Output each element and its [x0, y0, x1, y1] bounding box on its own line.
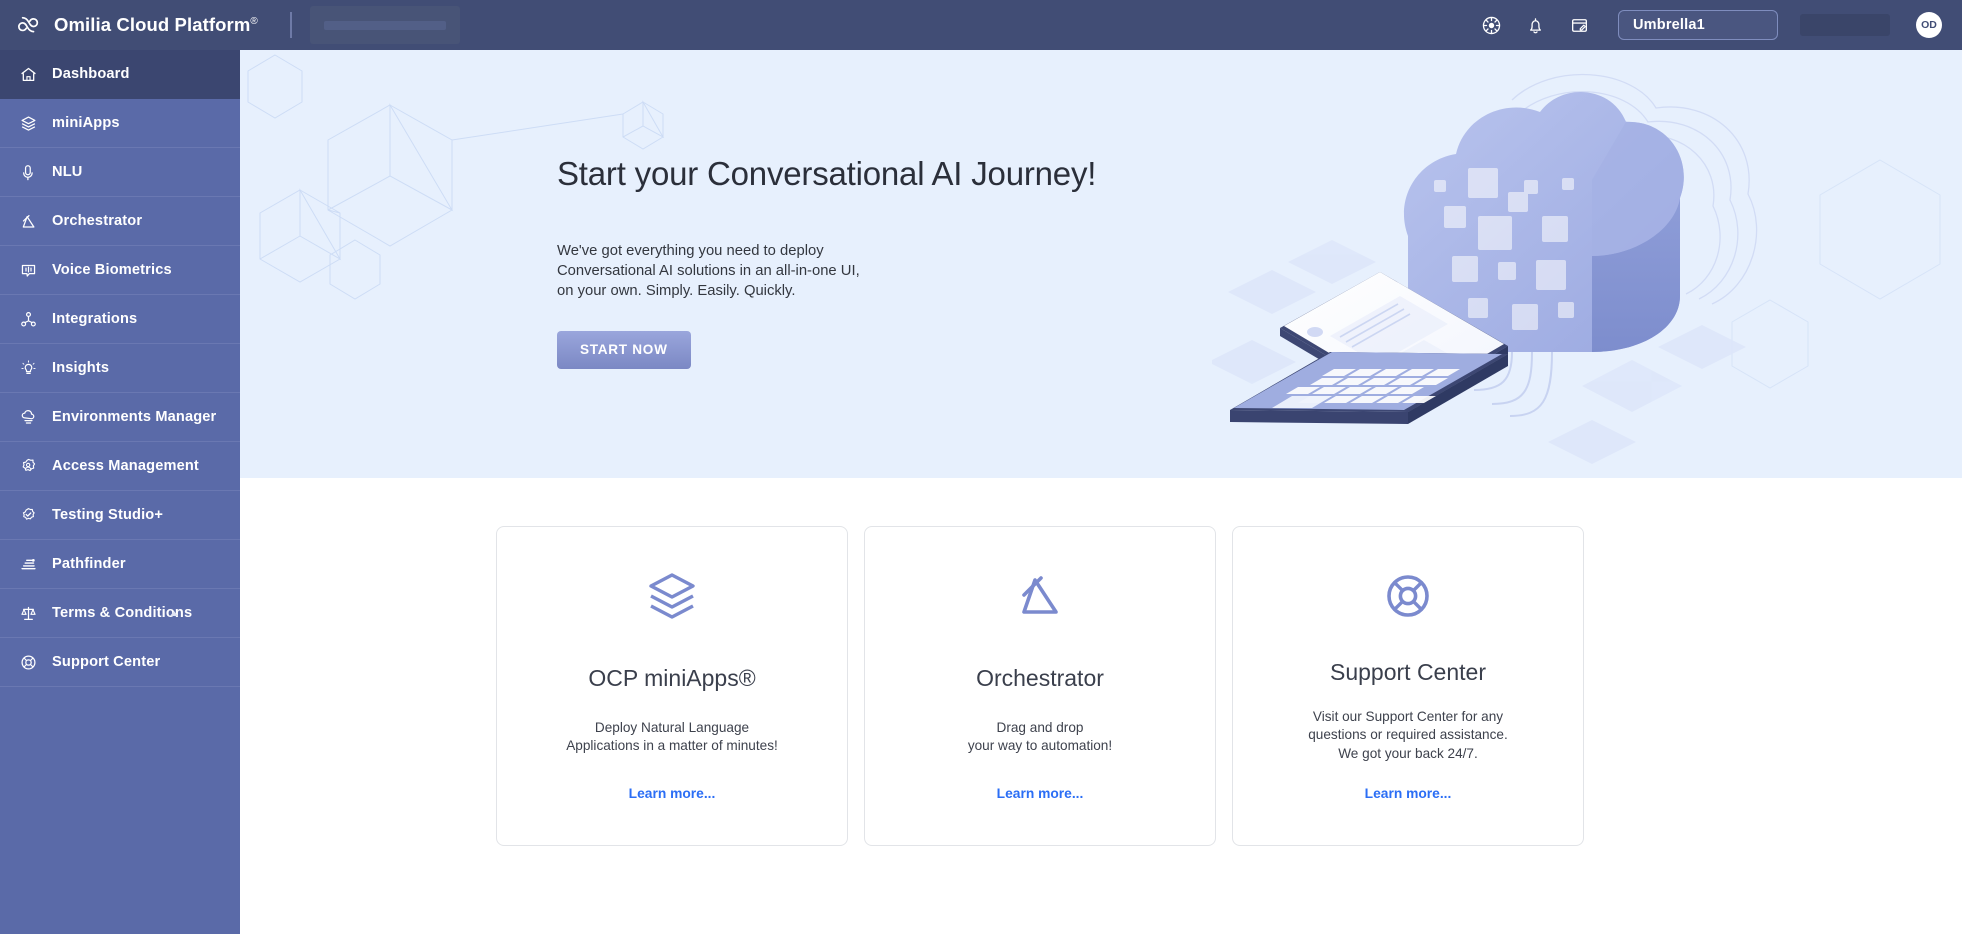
voiceprint-icon — [18, 260, 38, 280]
card-description-line-2: questions or required assistance. — [1308, 727, 1508, 743]
hero-banner: Start your Conversational AI Journey! We… — [240, 50, 1962, 478]
hero-subtitle: We've got everything you need to deploy … — [557, 241, 1177, 301]
sidebar-item-label: Dashboard — [52, 66, 130, 82]
sidebar-item-support-center[interactable]: Support Center — [0, 638, 240, 687]
chevron-up-icon[interactable] — [170, 610, 178, 616]
lightbulb-icon — [18, 358, 38, 378]
hero-subtitle-line-3: on your own. Simply. Easily. Quickly. — [557, 283, 796, 299]
sidebar-item-label: NLU — [52, 164, 83, 180]
learn-more-link[interactable]: Learn more... — [629, 786, 716, 801]
card-description-line-3: We got your back 24/7. — [1338, 745, 1478, 761]
sidebar-item-label: Orchestrator — [52, 213, 143, 229]
note-edit-icon[interactable] — [1566, 12, 1592, 38]
bell-icon[interactable] — [1522, 12, 1548, 38]
sidebar-item-integrations[interactable]: Integrations — [0, 295, 240, 344]
lifebuoy-icon — [1381, 569, 1435, 623]
sidebar-item-access-management[interactable]: Access Management — [0, 442, 240, 491]
sidebar-item-label: Insights — [52, 360, 110, 376]
hero-title: Start your Conversational AI Journey! — [557, 155, 1097, 192]
sidebar-item-nlu[interactable]: NLU — [0, 148, 240, 197]
start-now-button[interactable]: START NOW — [557, 331, 691, 369]
tenant-selector[interactable]: Umbrella1 — [1618, 10, 1778, 40]
learn-more-link[interactable]: Learn more... — [997, 786, 1084, 801]
sidebar-item-voice-biometrics[interactable]: Voice Biometrics — [0, 246, 240, 295]
feature-cards-row: OCP miniApps® Deploy Natural Language Ap… — [240, 478, 1962, 846]
layers-icon — [645, 569, 699, 623]
sidebar-item-label: Voice Biometrics — [52, 262, 172, 278]
skeleton-bar — [323, 20, 446, 30]
page-title: Omilia Cloud Platform® — [54, 14, 258, 36]
sidebar-item-terms-conditions[interactable]: Terms & Conditions — [0, 589, 240, 638]
card-description-line-1: Deploy Natural Language — [594, 720, 750, 735]
sidebar-item-dashboard[interactable]: Dashboard — [0, 50, 240, 99]
main-content: Start your Conversational AI Journey! We… — [240, 50, 1962, 934]
card-description-line-1: Drag and drop — [996, 720, 1084, 735]
card-description-line-1: Visit our Support Center for any — [1312, 709, 1504, 724]
header-actions: Umbrella1 OD — [1478, 10, 1962, 40]
nodes-icon — [18, 309, 38, 329]
sidebar-item-environments-manager[interactable]: Environments Manager — [0, 393, 240, 442]
orchestrator-icon — [18, 211, 38, 231]
isometric-laptop-cloud-illustration — [1212, 73, 1758, 464]
brand-name-text: Omilia Cloud Platform — [54, 14, 251, 35]
hero-subtitle-line-2: Conversational AI solutions in an all-in… — [557, 263, 860, 279]
brand-block[interactable]: Omilia Cloud Platform® — [0, 14, 258, 36]
card-title: Support Center — [1330, 659, 1486, 685]
dashboard-widget-icon[interactable] — [1478, 12, 1504, 38]
scales-icon — [18, 603, 38, 623]
learn-more-link[interactable]: Learn more... — [1365, 786, 1452, 801]
sidebar-item-miniapps[interactable]: miniApps — [0, 99, 240, 148]
card-support-center[interactable]: Support Center Visit our Support Center … — [1232, 526, 1584, 846]
cloud-server-icon — [18, 407, 38, 427]
layers-icon — [18, 113, 38, 133]
card-description: Visit our Support Center for any questio… — [1308, 708, 1508, 763]
sidebar-item-label: Testing Studio+ — [52, 507, 164, 523]
card-title: Orchestrator — [976, 665, 1104, 691]
sidebar-item-testing-studio[interactable]: Testing Studio+ — [0, 491, 240, 540]
sidebar-item-label: Pathfinder — [52, 556, 126, 572]
sidebar-item-label: miniApps — [52, 115, 120, 131]
header-loading-placeholder — [309, 6, 460, 44]
header-divider — [289, 12, 292, 38]
avatar[interactable]: OD — [1916, 12, 1942, 38]
check-badge-icon — [18, 505, 38, 525]
card-orchestrator[interactable]: Orchestrator Drag and drop your way to a… — [864, 526, 1216, 846]
sidebar-item-label: Integrations — [52, 311, 138, 327]
hero-copy: Start your Conversational AI Journey! We… — [557, 155, 1177, 369]
card-description-line-2: Applications in a matter of minutes! — [566, 738, 778, 754]
card-description: Drag and drop your way to automation! — [968, 719, 1112, 756]
top-header-bar: Omilia Cloud Platform® Umbrella1 OD — [0, 0, 1962, 50]
home-icon — [18, 64, 38, 84]
sidebar-item-label: Access Management — [52, 458, 199, 474]
card-description: Deploy Natural Language Applications in … — [566, 719, 778, 756]
cloud-icon — [17, 16, 39, 33]
sidebar-item-insights[interactable]: Insights — [0, 344, 240, 393]
card-description-line-2: your way to automation! — [967, 738, 1113, 754]
card-ocp-miniapps[interactable]: OCP miniApps® Deploy Natural Language Ap… — [496, 526, 848, 846]
sidebar-item-orchestrator[interactable]: Orchestrator — [0, 197, 240, 246]
pathfinder-icon — [18, 554, 38, 574]
registered-mark: ® — [250, 15, 258, 27]
sidebar-item-label: Environments Manager — [52, 409, 217, 425]
header-secondary-placeholder — [1800, 14, 1890, 36]
sidebar-item-pathfinder[interactable]: Pathfinder — [0, 540, 240, 589]
card-title: OCP miniApps® — [588, 665, 756, 691]
lifebuoy-icon — [18, 652, 38, 672]
sidebar-navigation: Dashboard miniApps NLU Orchestrator Voic… — [0, 50, 240, 934]
sidebar-item-label: Support Center — [52, 654, 161, 670]
shield-user-icon — [18, 456, 38, 476]
tenant-selector-value: Umbrella1 — [1633, 17, 1705, 33]
hero-subtitle-line-1: We've got everything you need to deploy — [557, 243, 824, 259]
avatar-initials: OD — [1921, 19, 1937, 31]
orchestrator-icon — [1013, 569, 1067, 623]
microphone-icon — [18, 162, 38, 182]
